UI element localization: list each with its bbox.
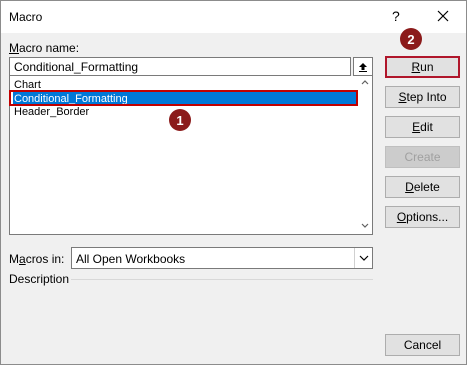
macros-in-value: All Open Workbooks (76, 252, 186, 266)
chevron-down-icon[interactable] (354, 248, 372, 268)
macros-in-select[interactable]: All Open Workbooks (71, 247, 373, 269)
options-button[interactable]: Options... (385, 206, 460, 228)
selection-annotation-box (9, 90, 358, 106)
run-button[interactable]: Run (385, 56, 460, 78)
window-title: Macro (9, 10, 43, 24)
close-icon[interactable] (433, 6, 453, 26)
create-button[interactable]: Create (385, 146, 460, 168)
step-badge-2: 2 (400, 28, 422, 50)
upload-icon[interactable] (353, 57, 373, 76)
delete-button[interactable]: Delete (385, 176, 460, 198)
macro-name-input[interactable]: Conditional_Formatting (9, 57, 351, 76)
macro-dialog: Macro ? Macro name: Conditional_Formatti… (0, 0, 467, 365)
scrollbar[interactable] (360, 78, 370, 230)
description-label: Description (9, 272, 70, 286)
step-into-button[interactable]: Step Into (385, 86, 460, 108)
edit-button[interactable]: Edit (385, 116, 460, 138)
cancel-button[interactable]: Cancel (385, 334, 460, 356)
step-badge-1: 1 (169, 109, 191, 131)
title-bar: Macro ? (1, 1, 466, 33)
macro-name-label: Macro name: (9, 41, 80, 55)
help-button[interactable]: ? (392, 8, 400, 24)
description-divider (71, 279, 373, 280)
macros-in-label: Macros in: (9, 252, 65, 266)
list-item[interactable]: Header_Border (13, 105, 89, 119)
